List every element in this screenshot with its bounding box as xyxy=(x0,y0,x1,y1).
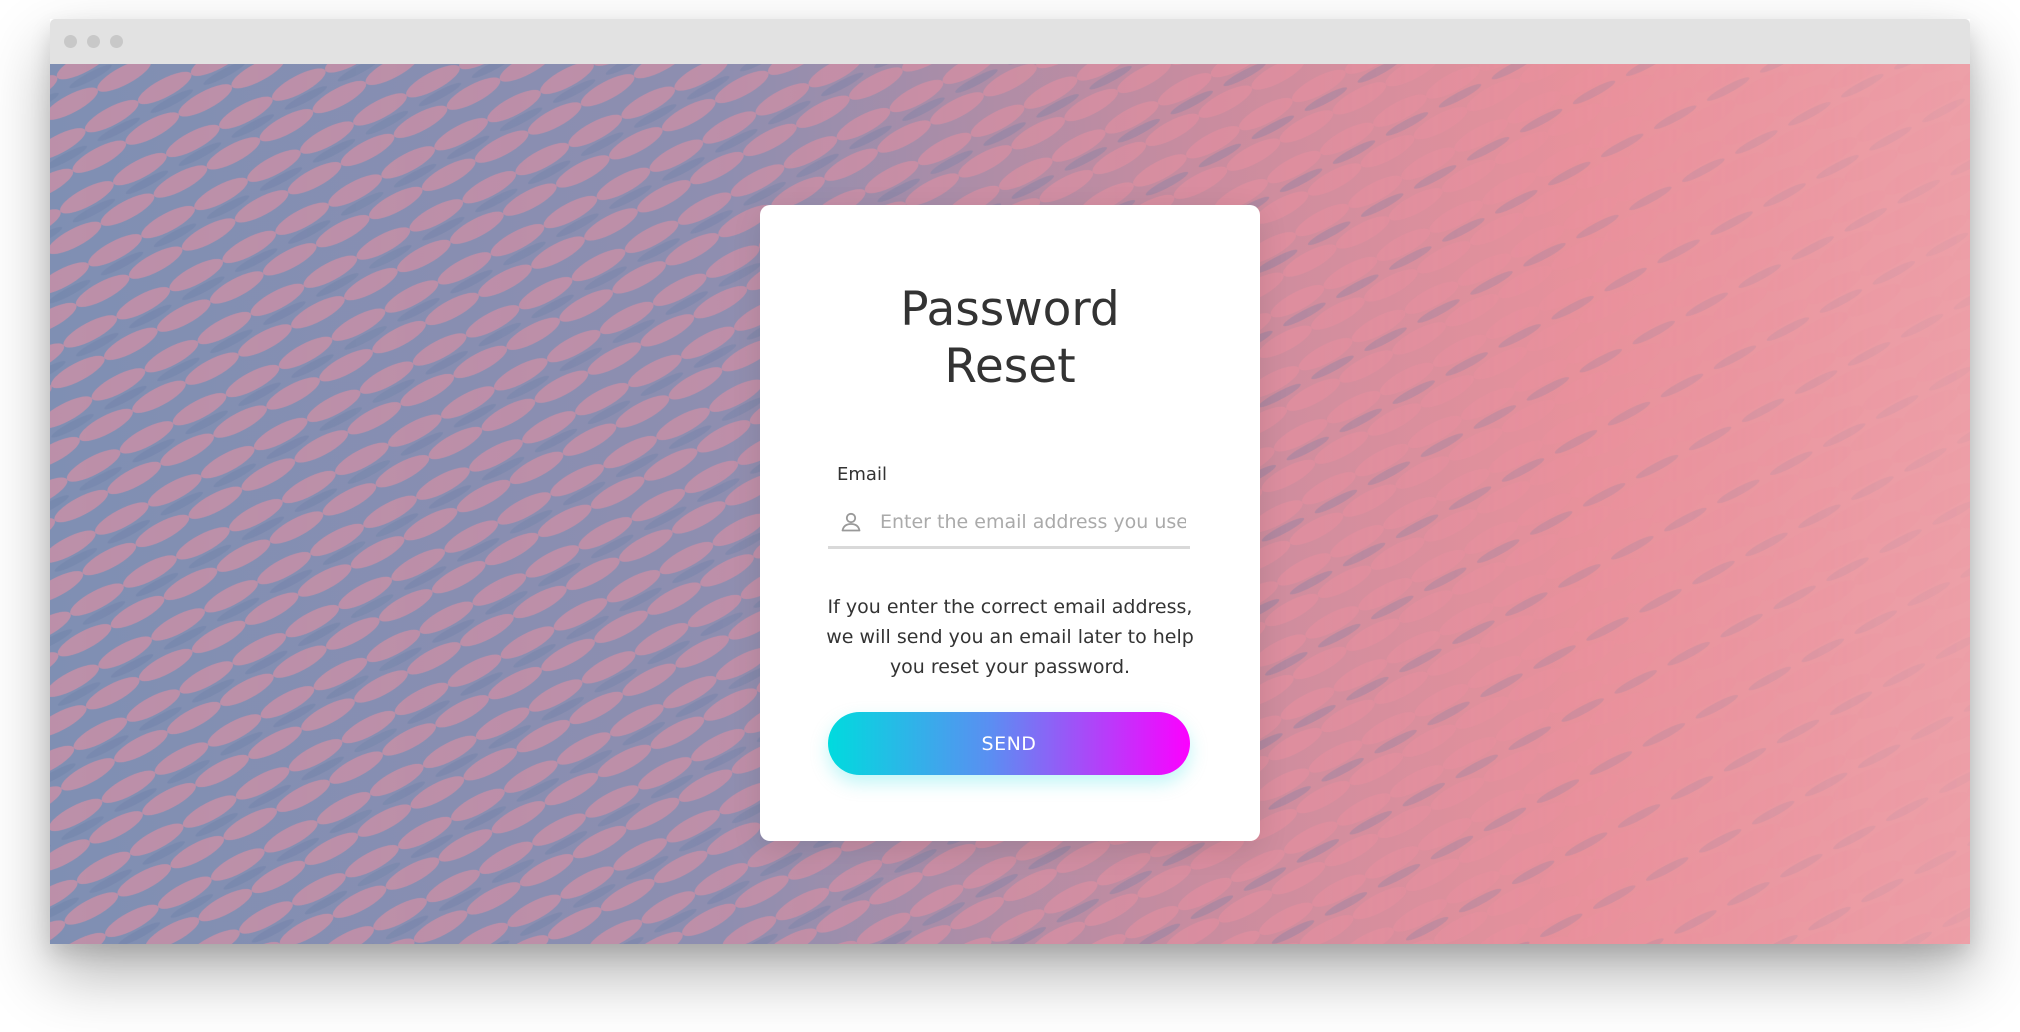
email-label: Email xyxy=(837,464,887,485)
title-line-2: Reset xyxy=(944,339,1076,394)
email-field-wrapper xyxy=(828,498,1190,549)
email-input[interactable] xyxy=(880,504,1186,540)
send-button[interactable]: SEND xyxy=(828,712,1190,775)
title-line-1: Password xyxy=(900,282,1120,337)
user-icon xyxy=(841,512,861,532)
window-control-dot[interactable] xyxy=(110,35,123,48)
window-control-dot[interactable] xyxy=(87,35,100,48)
help-text: If you enter the correct email address, … xyxy=(826,596,1194,678)
screenshot-stage: Password Reset Email If you enter the co… xyxy=(0,0,2020,1032)
window-control-dot[interactable] xyxy=(64,35,77,48)
page-viewport: Password Reset Email If you enter the co… xyxy=(50,64,1970,944)
browser-window: Password Reset Email If you enter the co… xyxy=(50,19,1970,944)
window-titlebar xyxy=(50,19,1970,64)
password-reset-card: Password Reset Email If you enter the co… xyxy=(760,205,1260,841)
page-title: Password Reset xyxy=(760,281,1260,395)
